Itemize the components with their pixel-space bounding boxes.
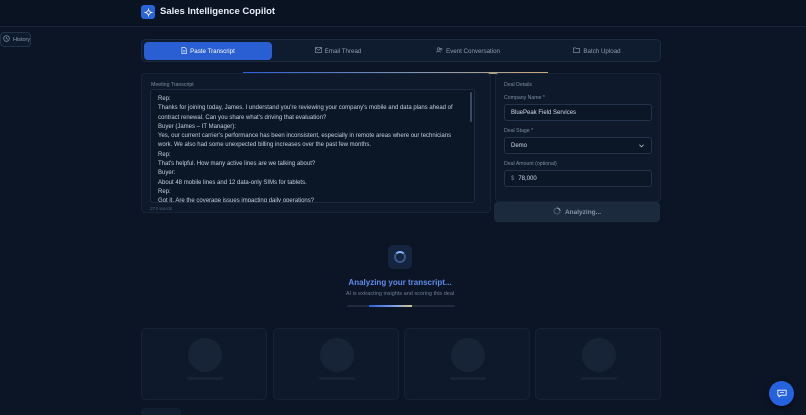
deal-details-label: Deal Details xyxy=(504,82,532,88)
tab-label: Paste Transcript xyxy=(190,47,235,55)
deal-stage-label: Deal Stage * xyxy=(504,128,534,134)
top-bar: Sales Intelligence Copilot xyxy=(0,0,806,27)
tab-event-conversation[interactable]: Event Conversation xyxy=(404,42,532,60)
skeleton-card xyxy=(273,328,399,400)
deal-amount-value: 78,000 xyxy=(518,175,537,182)
skeleton-bar xyxy=(319,377,355,380)
transcript-textarea[interactable]: Rep: Thanks for joining today, James. I … xyxy=(150,89,475,203)
currency-prefix: $ xyxy=(511,175,515,182)
skeleton-bar xyxy=(187,377,223,380)
skeleton-card xyxy=(404,328,530,400)
input-mode-tabs: Paste Transcript Email Thread Event Conv… xyxy=(141,39,661,62)
users-icon xyxy=(436,47,443,55)
analyzing-spinner xyxy=(388,245,412,269)
word-count: 273 words xyxy=(150,207,173,212)
tab-label: Event Conversation xyxy=(446,47,500,55)
tab-label: Batch Upload xyxy=(583,47,621,55)
spinner-ring-icon xyxy=(394,251,406,263)
deal-stage-select[interactable]: Demo xyxy=(504,137,652,154)
skeleton-circle xyxy=(451,338,485,372)
loading-spinner-icon xyxy=(553,207,561,217)
deal-amount-label: Deal Amount (optional) xyxy=(504,161,557,167)
tab-label: Email Thread xyxy=(324,47,362,55)
chat-bubble-icon xyxy=(776,385,787,403)
skeleton-card xyxy=(141,328,267,400)
transcript-scrollbar[interactable] xyxy=(470,92,472,122)
mail-icon xyxy=(314,47,322,55)
transcript-text: Rep: Thanks for joining today, James. I … xyxy=(158,96,453,203)
app-title: Sales Intelligence Copilot xyxy=(160,6,276,17)
tab-batch-upload[interactable]: Batch Upload xyxy=(534,42,660,60)
document-icon xyxy=(181,46,187,56)
deal-details-panel: Deal Details Company Name * BluePeak Fie… xyxy=(495,73,661,202)
history-label: History xyxy=(13,36,31,43)
chevron-down-icon xyxy=(639,144,644,150)
clock-icon xyxy=(3,35,10,44)
analyzing-title: Analyzing your transcript... xyxy=(348,278,452,287)
analyze-button[interactable]: Analyzing... xyxy=(494,202,660,222)
skeleton-circle xyxy=(188,338,222,372)
skeleton-circle xyxy=(320,338,354,372)
company-name-input[interactable]: BluePeak Field Services xyxy=(504,104,652,121)
analysis-progress-fill xyxy=(368,305,412,307)
analyzing-subtitle: AI is extracting insights and scoring th… xyxy=(345,291,455,297)
analyze-button-label: Analyzing... xyxy=(564,208,602,216)
analysis-progress-bar xyxy=(347,305,455,307)
skeleton-bar xyxy=(581,377,617,380)
skeleton-card xyxy=(535,328,661,400)
transcript-label: Meeting Transcript xyxy=(151,82,194,88)
skeleton-bar xyxy=(450,377,486,380)
tab-paste-transcript[interactable]: Paste Transcript xyxy=(144,42,272,60)
folder-icon xyxy=(573,47,581,55)
skeleton-circle xyxy=(582,338,616,372)
company-name-label: Company Name * xyxy=(504,95,545,101)
company-name-value: BluePeak Field Services xyxy=(511,109,577,116)
deal-stage-value: Demo xyxy=(511,142,528,149)
deal-amount-input[interactable]: $ 78,000 xyxy=(504,170,652,187)
tab-email-thread[interactable]: Email Thread xyxy=(274,42,402,60)
chat-button[interactable] xyxy=(769,381,794,406)
history-button[interactable]: History xyxy=(0,32,31,47)
skeleton-footer xyxy=(141,408,181,415)
sparkle-logo-icon xyxy=(141,5,155,19)
